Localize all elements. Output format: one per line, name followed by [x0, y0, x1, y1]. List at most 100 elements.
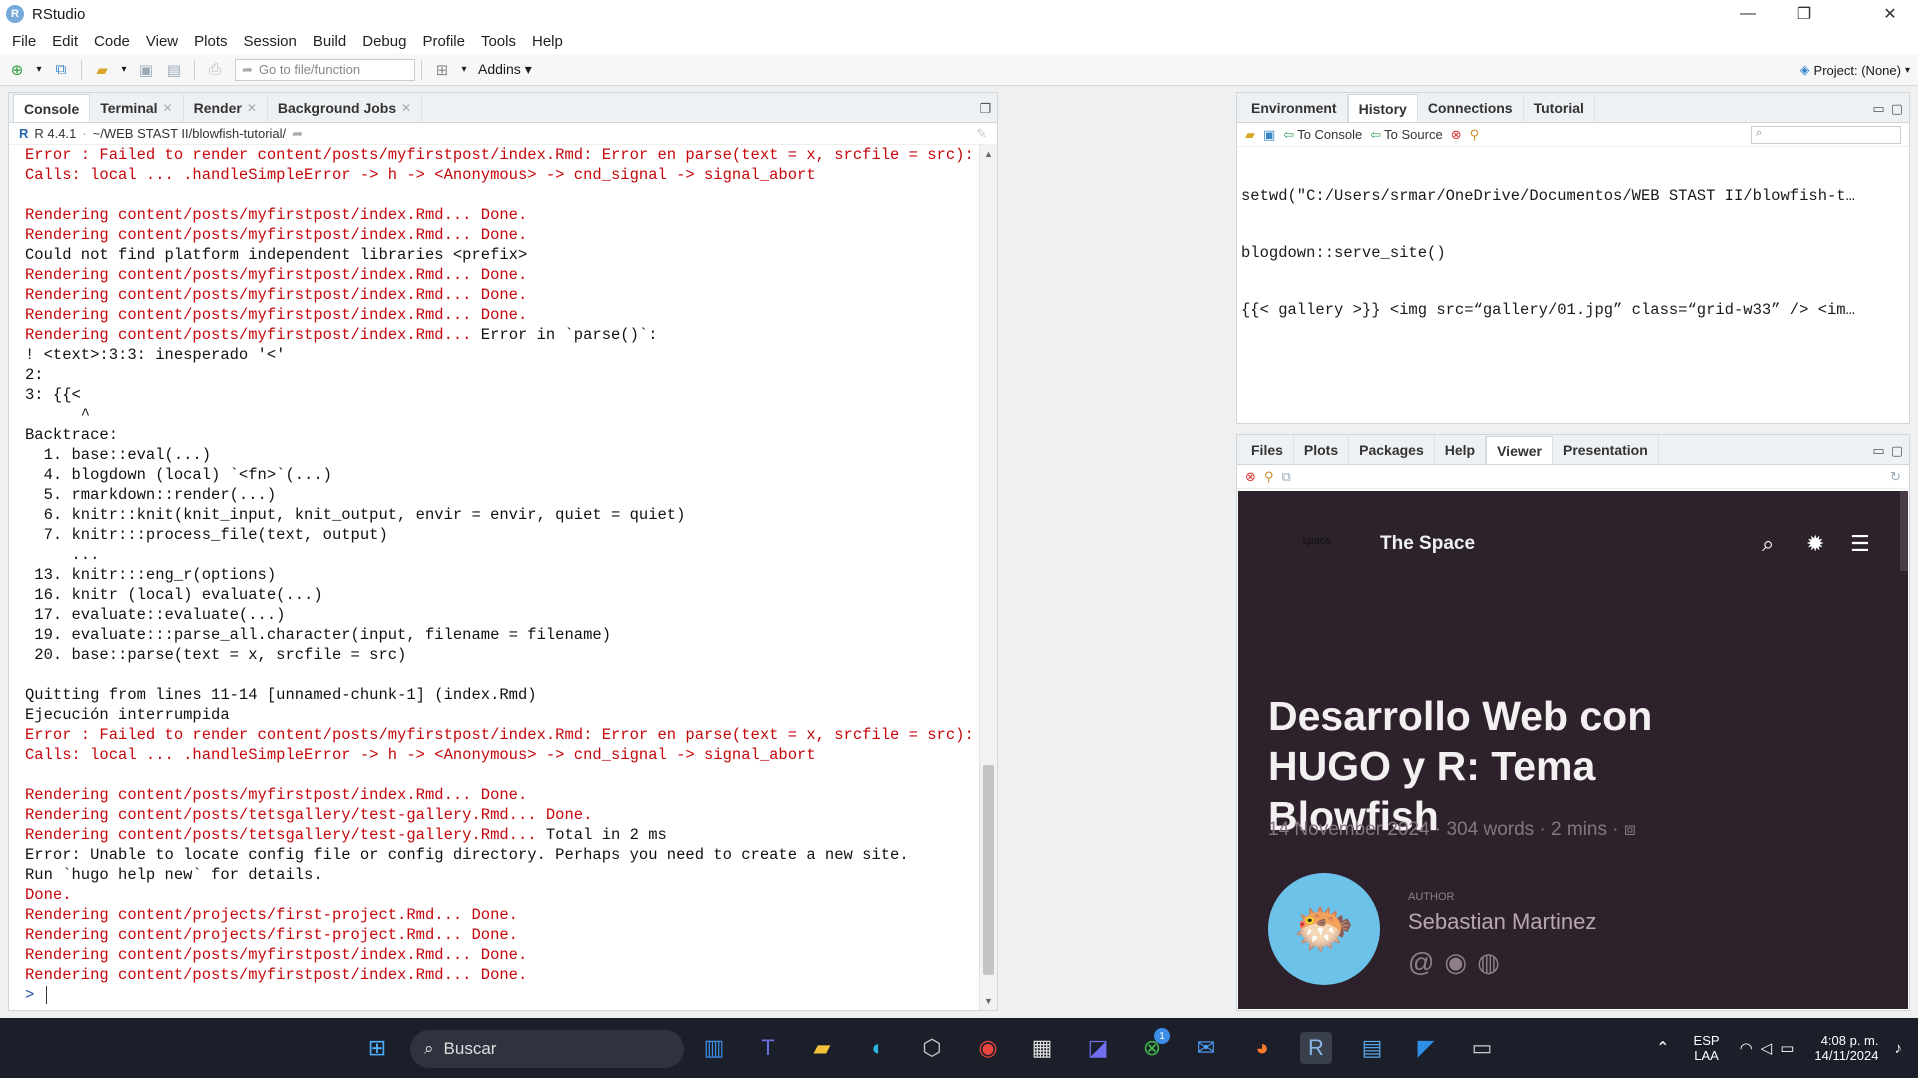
vscode-icon[interactable]: ◤ — [1410, 1032, 1442, 1064]
close-tab-icon[interactable]: ✕ — [163, 101, 173, 115]
edge-icon[interactable]: ◐ — [862, 1032, 894, 1064]
history-entry[interactable]: setwd("C:/Users/srmar/OneDrive/Documento… — [1241, 187, 1905, 206]
tab-viewer[interactable]: Viewer — [1486, 436, 1553, 464]
hamburger-menu-icon[interactable]: ☰ — [1850, 531, 1870, 557]
search-icon[interactable]: ⌕ — [1762, 531, 1774, 557]
new-project-icon[interactable]: ⧉ — [50, 59, 72, 81]
save-icon[interactable]: ▣ — [135, 59, 157, 81]
wifi-icon[interactable]: ◠ — [1740, 1039, 1753, 1057]
tab-background-jobs[interactable]: Background Jobs ✕ — [268, 94, 423, 122]
mail-icon[interactable]: ✉ — [1190, 1032, 1222, 1064]
remove-viewer-icon[interactable]: ⊗ — [1245, 469, 1256, 485]
addins-button[interactable]: Addins ▾ — [478, 61, 532, 78]
tab-help[interactable]: Help — [1435, 436, 1487, 464]
maximize-pane-icon[interactable]: ▢ — [1891, 443, 1903, 459]
app-icon[interactable]: ◪ — [1082, 1032, 1114, 1064]
minimize-pane-icon[interactable]: ▭ — [1872, 443, 1884, 459]
tab-environment[interactable]: Environment — [1241, 94, 1348, 122]
menu-view[interactable]: View — [138, 33, 186, 50]
console-prompt[interactable]: > — [25, 985, 979, 1005]
volume-icon[interactable]: ◁ — [1761, 1039, 1773, 1057]
new-file-icon[interactable]: ⊕ — [6, 59, 28, 81]
theme-toggle-icon[interactable]: ✹ — [1806, 531, 1824, 557]
input-language[interactable]: ESP LAA — [1694, 1033, 1720, 1063]
battery-icon[interactable]: ▭ — [1780, 1039, 1794, 1057]
remove-entry-icon[interactable]: ⊗ — [1451, 127, 1462, 143]
project-menu[interactable]: ◈ Project: (None) ▾ — [1800, 62, 1910, 78]
start-button-icon[interactable]: ⊞ — [361, 1032, 393, 1064]
minimize-pane-icon[interactable]: ▭ — [1872, 101, 1884, 117]
viewer-scrollbar[interactable] — [1900, 491, 1908, 571]
close-window-button[interactable]: ✕ — [1862, 0, 1918, 28]
notepad-icon[interactable]: ▤ — [1356, 1032, 1388, 1064]
chevron-up-icon[interactable]: ⌃ — [1656, 1038, 1669, 1058]
menu-edit[interactable]: Edit — [44, 33, 86, 50]
menu-file[interactable]: File — [4, 33, 44, 50]
close-tab-icon[interactable]: ✕ — [401, 101, 411, 115]
grid-layout-icon[interactable]: ⊞ — [431, 59, 453, 81]
console-scrollbar[interactable]: ▲ ▼ — [979, 145, 997, 1010]
chevron-down-icon[interactable]: ▾ — [34, 59, 44, 81]
tab-files[interactable]: Files — [1241, 436, 1294, 464]
menu-profile[interactable]: Profile — [414, 33, 473, 50]
history-entry[interactable]: {{< gallery >}} <img src=“gallery/01.jpg… — [1241, 301, 1905, 320]
open-folder-icon[interactable]: ▰ — [91, 59, 113, 81]
show-in-window-icon[interactable]: ⧉ — [1281, 469, 1290, 485]
tab-packages[interactable]: Packages — [1349, 436, 1435, 464]
github-icon[interactable]: ◉ — [1444, 947, 1467, 978]
menu-debug[interactable]: Debug — [354, 33, 414, 50]
steam-icon[interactable]: ◍ — [1477, 947, 1500, 978]
menu-session[interactable]: Session — [236, 33, 305, 50]
rstudio-taskbar-icon[interactable]: R — [1300, 1032, 1332, 1064]
tab-tutorial[interactable]: Tutorial — [1524, 94, 1595, 122]
broom-icon[interactable]: ⚲ — [1470, 127, 1480, 143]
minimize-button[interactable]: — — [1720, 0, 1776, 28]
clear-console-icon[interactable]: ✎ — [976, 126, 987, 142]
tab-console[interactable]: Console — [13, 94, 91, 122]
tab-render[interactable]: Render ✕ — [184, 94, 268, 122]
firefox-icon[interactable]: ◕ — [1246, 1032, 1278, 1064]
menu-code[interactable]: Code — [86, 33, 138, 50]
chrome-icon[interactable]: ◉ — [972, 1032, 1004, 1064]
chevron-down-icon[interactable]: ▾ — [119, 59, 129, 81]
taskbar-search[interactable]: ⌕ Buscar — [410, 1030, 684, 1068]
edit-icon[interactable]: ⧈ — [1624, 819, 1636, 840]
menu-build[interactable]: Build — [305, 33, 354, 50]
tab-terminal[interactable]: Terminal ✕ — [90, 94, 184, 122]
print-icon[interactable]: ⎙ — [204, 59, 226, 81]
xbox-icon[interactable]: ⊗ — [1136, 1032, 1168, 1064]
save-history-icon[interactable]: ▣ — [1263, 127, 1275, 143]
clock[interactable]: 4:08 p. m. 14/11/2024 — [1814, 1033, 1878, 1063]
history-search-input[interactable]: ⌕ — [1751, 125, 1901, 144]
scroll-down-icon[interactable]: ▼ — [984, 996, 993, 1006]
store-icon[interactable]: ▦ — [1026, 1032, 1058, 1064]
tab-plots[interactable]: Plots — [1294, 436, 1350, 464]
menu-tools[interactable]: Tools — [473, 33, 524, 50]
maximize-pane-icon[interactable]: ❐ — [979, 101, 991, 117]
task-view-icon[interactable]: ▥ — [698, 1032, 730, 1064]
notification-bell-icon[interactable]: ♪ — [1895, 1040, 1903, 1057]
maximize-pane-icon[interactable]: ▢ — [1891, 101, 1903, 117]
menu-plots[interactable]: Plots — [186, 33, 235, 50]
save-all-icon[interactable]: ▤ — [163, 59, 185, 81]
load-history-icon[interactable]: ▰ — [1245, 127, 1255, 143]
file-explorer-icon[interactable]: ▰ — [806, 1032, 838, 1064]
working-directory[interactable]: ~/WEB STAST II/blowfish-tutorial/ — [93, 126, 287, 141]
scroll-up-icon[interactable]: ▲ — [984, 149, 993, 159]
refresh-icon[interactable]: ↻ — [1890, 469, 1901, 485]
broom-icon[interactable]: ⚲ — [1264, 469, 1274, 485]
to-source-button[interactable]: ⇦ To Source — [1370, 127, 1442, 143]
teams-icon[interactable]: T — [752, 1032, 784, 1064]
email-icon[interactable]: @ — [1408, 947, 1434, 978]
console-output[interactable]: Error : Failed to render content/posts/m… — [9, 145, 979, 1010]
to-console-button[interactable]: ⇦ To Console — [1283, 127, 1362, 143]
tab-history[interactable]: History — [1347, 94, 1418, 122]
terminal-icon[interactable]: ▭ — [1466, 1032, 1498, 1064]
tab-connections[interactable]: Connections — [1418, 94, 1524, 122]
restore-button[interactable]: ❐ — [1776, 0, 1832, 28]
goto-file-input[interactable]: ➦ Go to file/function — [235, 58, 415, 81]
site-logo[interactable]: space — [1302, 535, 1331, 547]
site-brand[interactable]: The Space — [1380, 533, 1475, 555]
menu-help[interactable]: Help — [524, 33, 571, 50]
goto-directory-icon[interactable]: ➦ — [292, 126, 303, 142]
